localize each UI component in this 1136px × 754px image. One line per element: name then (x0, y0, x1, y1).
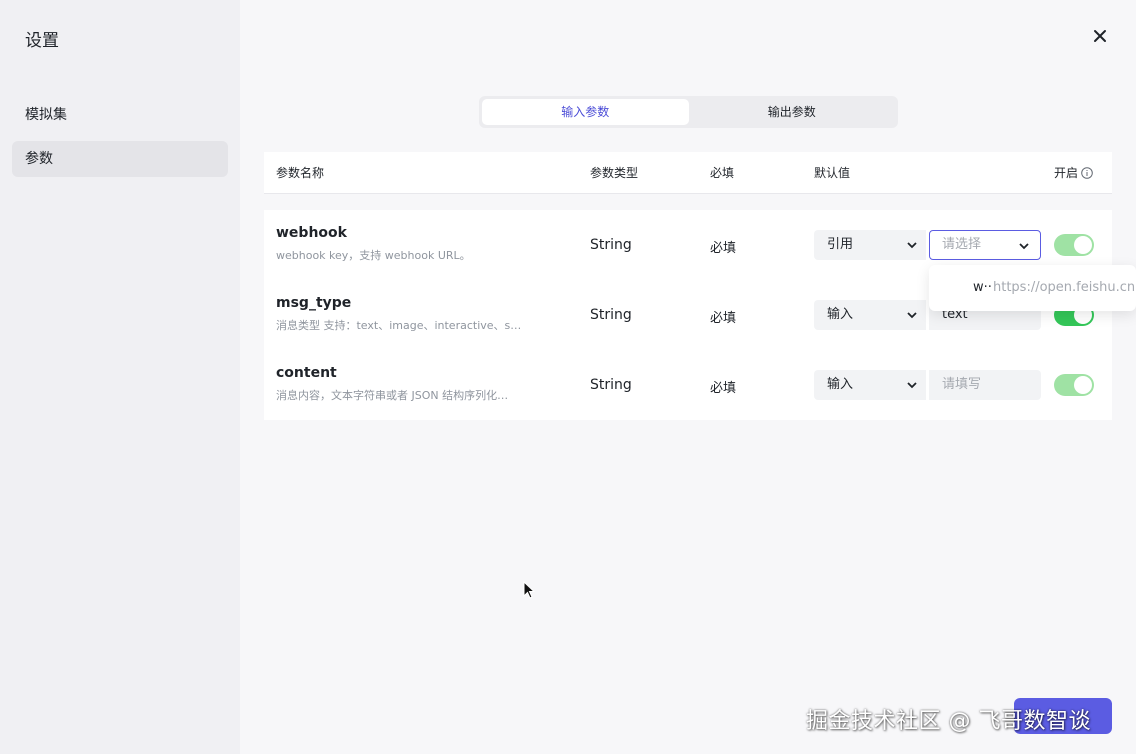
param-type: String (590, 377, 632, 393)
param-desc: 消息内容，文本字符串或者 JSON 结构序列化… (276, 389, 509, 402)
chevron-down-icon (907, 242, 917, 249)
tab-input-params[interactable]: 输入参数 (482, 99, 689, 125)
close-button[interactable] (1088, 24, 1112, 48)
header-required: 必填 (710, 166, 735, 180)
reference-dropdown: w·· https://open.feishu.cn (929, 265, 1136, 311)
reference-select-placeholder: 请选择 (942, 237, 982, 252)
watermark-text: 掘金技术社区 @ 飞哥数智谈 (806, 709, 1091, 734)
settings-title: 设置 (25, 31, 59, 51)
param-desc: webhook key，支持 webhook URL。 (276, 249, 471, 262)
header-enabled: 开启 (1054, 166, 1079, 180)
value-mode-select[interactable]: 输入 (814, 300, 926, 330)
header-param-type: 参数类型 (590, 166, 639, 180)
param-name: content (276, 365, 337, 381)
value-mode-label: 引用 (827, 237, 854, 252)
reference-select[interactable]: 请选择 (929, 230, 1041, 260)
param-tabs: 输入参数 输出参数 (479, 96, 898, 128)
param-name: webhook (276, 225, 347, 241)
table-row: content 消息内容，文本字符串或者 JSON 结构序列化… String … (264, 350, 1112, 420)
value-mode-select[interactable]: 输入 (814, 370, 926, 400)
dropdown-option-key[interactable]: w·· (973, 280, 992, 295)
param-type: String (590, 307, 632, 323)
close-icon (1094, 30, 1106, 42)
value-mode-label: 输入 (827, 307, 854, 322)
table-header: 参数名称 参数类型 必填 默认值 开启 (264, 152, 1112, 194)
param-type: String (590, 237, 632, 253)
info-icon[interactable] (1081, 167, 1093, 182)
enable-toggle[interactable] (1054, 374, 1094, 396)
chevron-down-icon (907, 382, 917, 389)
value-mode-select[interactable]: 引用 (814, 230, 926, 260)
settings-sidebar: 设置 模拟集 参数 (0, 0, 240, 754)
mouse-cursor-icon (523, 580, 536, 603)
sidebar-item-mock-sets[interactable]: 模拟集 (12, 97, 228, 133)
param-required: 必填 (710, 381, 737, 396)
dropdown-option-value[interactable]: https://open.feishu.cn (993, 280, 1135, 295)
header-param-name: 参数名称 (276, 166, 325, 180)
param-required: 必填 (710, 311, 737, 326)
param-desc: 消息类型 支持：text、image、interactive、s… (276, 319, 522, 332)
sidebar-item-params[interactable]: 参数 (12, 141, 228, 177)
chevron-down-icon (907, 312, 917, 319)
param-required: 必填 (710, 241, 737, 256)
chevron-down-icon (1019, 243, 1029, 250)
enable-toggle[interactable] (1054, 234, 1094, 256)
toggle-knob (1074, 376, 1092, 394)
header-default-value: 默认值 (814, 166, 851, 180)
params-table: webhook webhook key，支持 webhook URL。 Stri… (264, 210, 1112, 420)
value-input[interactable]: 请填写 (929, 370, 1041, 400)
value-mode-label: 输入 (827, 377, 854, 392)
param-name: msg_type (276, 295, 352, 311)
tab-output-params[interactable]: 输出参数 (689, 99, 896, 125)
toggle-knob (1074, 236, 1092, 254)
